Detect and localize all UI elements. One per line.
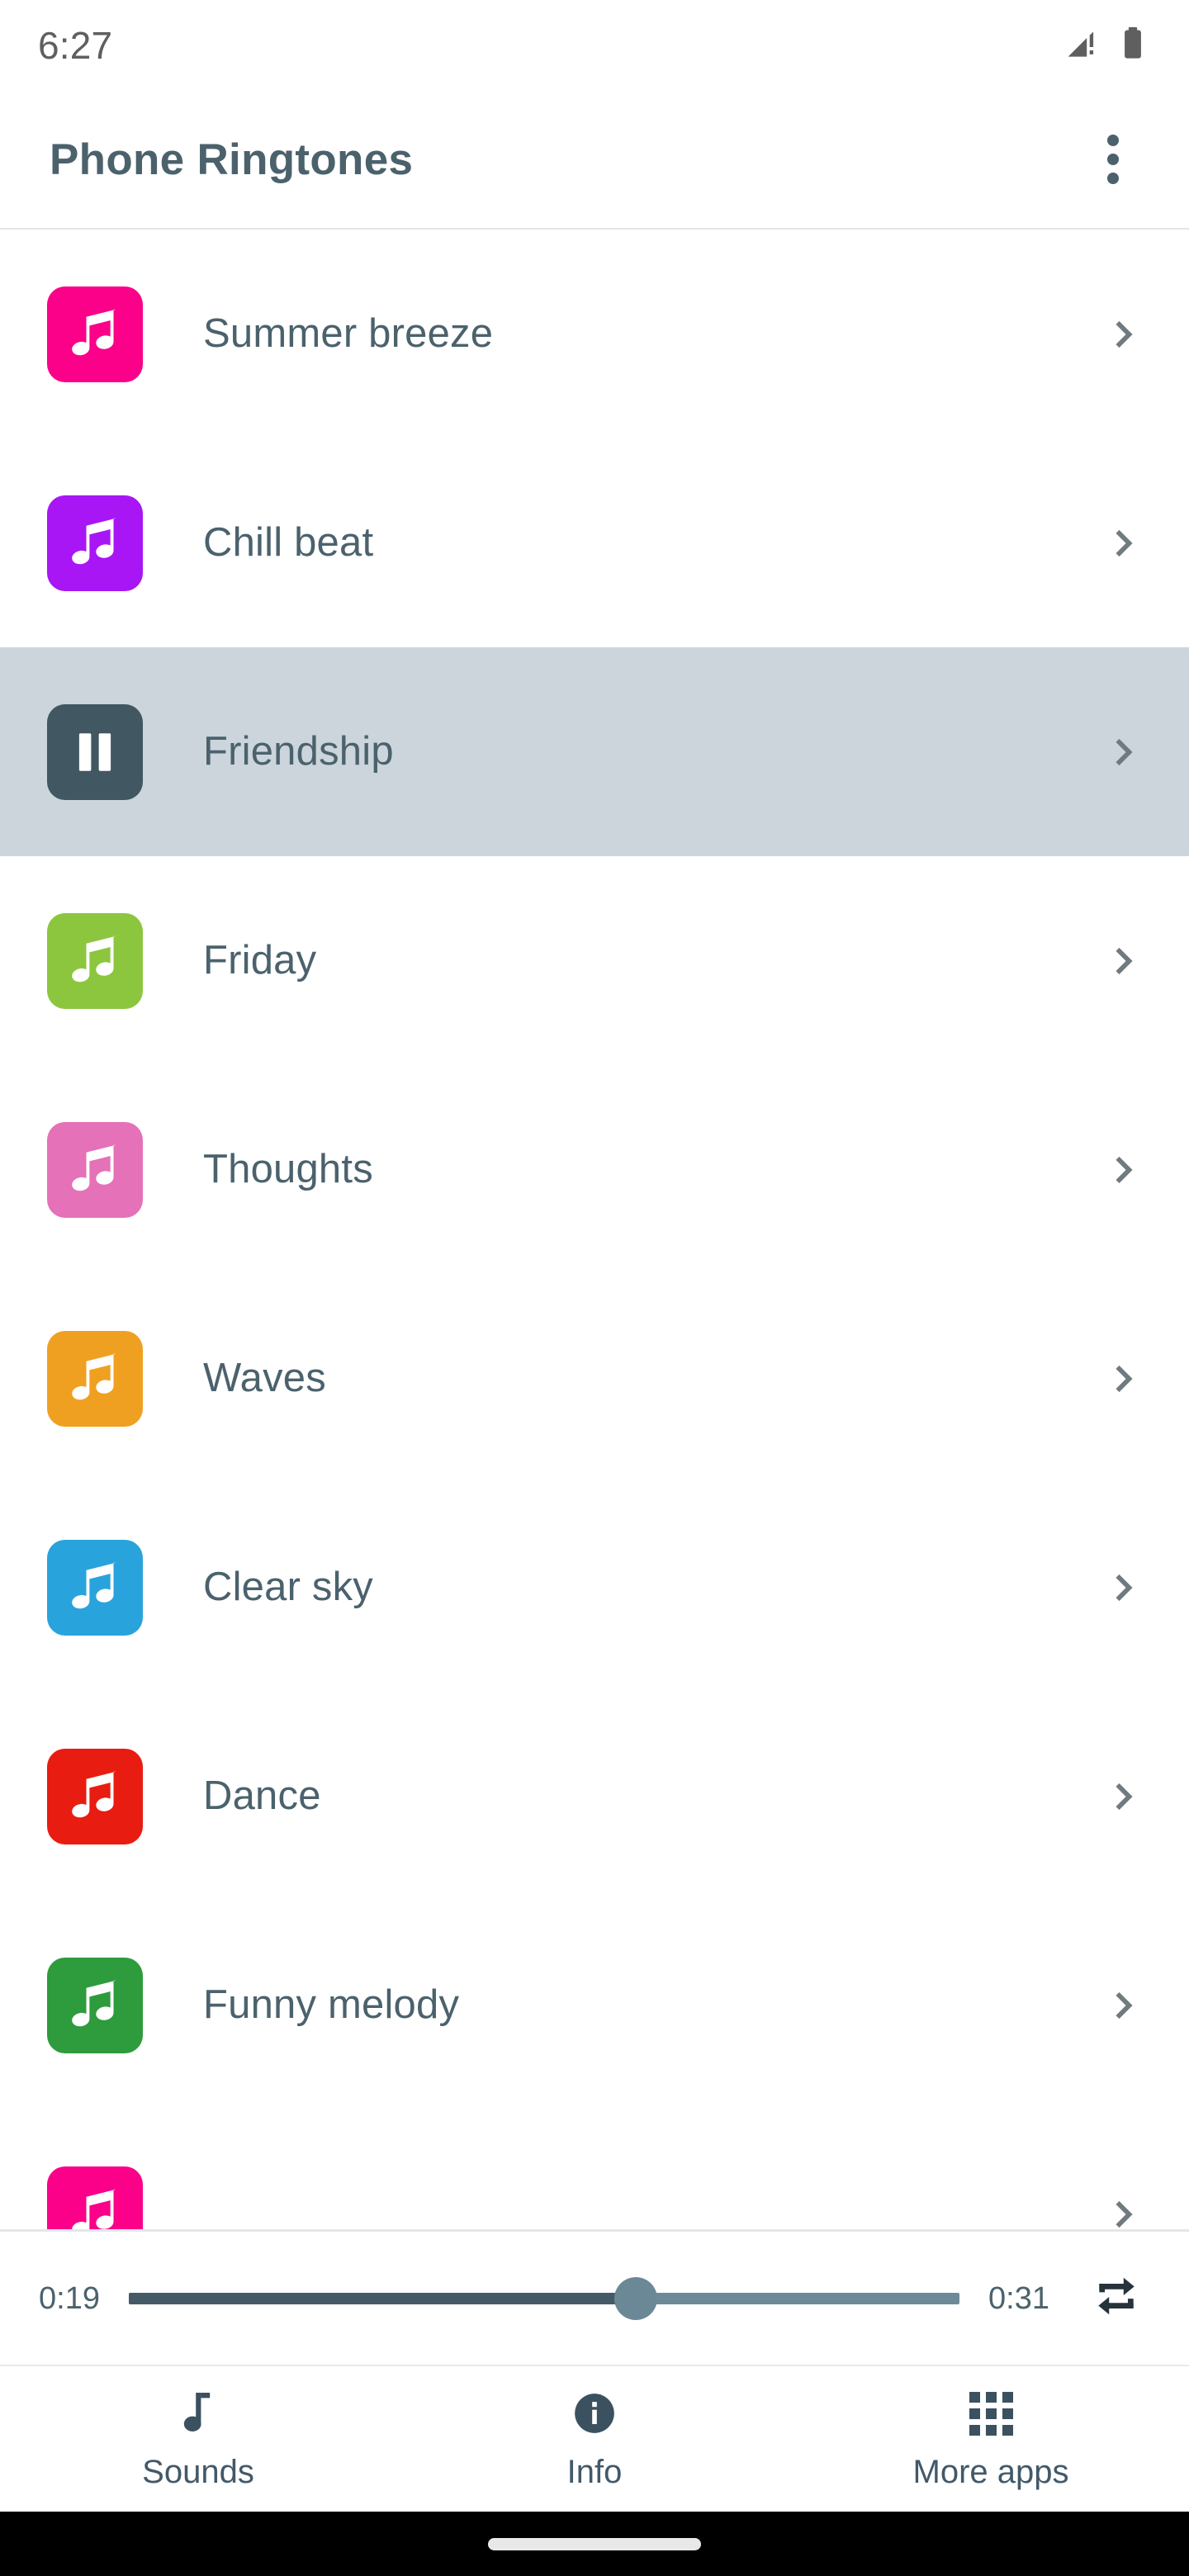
seek-fill bbox=[129, 2292, 636, 2304]
nav-item-info[interactable]: Info bbox=[396, 2366, 793, 2512]
overflow-dot-icon bbox=[1107, 173, 1119, 184]
music-note-icon[interactable] bbox=[47, 1748, 143, 1844]
chevron-right-icon[interactable] bbox=[1100, 1145, 1149, 1195]
ringtone-row-label: Chill beat bbox=[203, 520, 374, 565]
ringtone-row-label: Thoughts bbox=[203, 1147, 373, 1191]
seek-thumb[interactable] bbox=[613, 2276, 657, 2320]
music-note-icon[interactable] bbox=[47, 286, 143, 382]
music-note-icon[interactable] bbox=[47, 1330, 143, 1427]
chevron-right-icon[interactable] bbox=[1100, 1563, 1149, 1612]
elapsed-time-label: 0:19 bbox=[39, 2280, 100, 2316]
nav-item-sounds[interactable]: Sounds bbox=[0, 2366, 396, 2512]
music-note-icon[interactable] bbox=[47, 1539, 143, 1636]
chevron-right-icon[interactable] bbox=[1100, 936, 1149, 986]
page-title: Phone Ringtones bbox=[50, 135, 414, 184]
music-note-icon[interactable] bbox=[47, 495, 143, 591]
player-bar: 0:19 0:31 bbox=[0, 2229, 1189, 2366]
system-gesture-bar bbox=[0, 2512, 1189, 2576]
chevron-right-icon[interactable] bbox=[1100, 727, 1149, 777]
ringtone-row-label: Friday bbox=[203, 938, 317, 983]
nav-label-info: Info bbox=[566, 2454, 623, 2490]
chevron-right-icon[interactable] bbox=[1100, 1772, 1149, 1821]
app-bar: Phone Ringtones bbox=[0, 91, 1189, 230]
nav-label-more-apps: More apps bbox=[912, 2454, 1069, 2490]
info-circle-icon bbox=[573, 2389, 616, 2437]
pause-icon[interactable] bbox=[47, 703, 143, 800]
ringtone-row-label: Clear sky bbox=[203, 1565, 374, 1609]
chevron-right-icon[interactable] bbox=[1100, 1981, 1149, 2030]
ringtone-row[interactable]: Chill beat bbox=[0, 438, 1189, 647]
repeat-button[interactable] bbox=[1077, 2259, 1156, 2338]
ringtone-row[interactable]: Funny melody bbox=[0, 1901, 1189, 2110]
duration-label: 0:31 bbox=[988, 2280, 1049, 2316]
ringtone-row[interactable]: Friday bbox=[0, 856, 1189, 1065]
overflow-dot-icon bbox=[1107, 135, 1119, 146]
seek-slider[interactable] bbox=[129, 2274, 959, 2323]
ringtone-row[interactable]: Dance bbox=[0, 1692, 1189, 1901]
signal-warning-icon bbox=[1065, 26, 1101, 66]
bottom-navigation[interactable]: Sounds Info More apps bbox=[0, 2366, 1189, 2512]
nav-item-more-apps[interactable]: More apps bbox=[793, 2366, 1189, 2512]
chevron-right-icon[interactable] bbox=[1100, 310, 1149, 359]
overflow-dot-icon bbox=[1107, 154, 1119, 165]
repeat-icon bbox=[1091, 2271, 1142, 2326]
status-bar: 6:27 bbox=[0, 0, 1189, 91]
ringtone-row-label: Summer breeze bbox=[203, 311, 494, 356]
chevron-right-icon[interactable] bbox=[1100, 2190, 1149, 2230]
ringtone-row[interactable]: Thoughts bbox=[0, 1065, 1189, 1274]
music-note-icon[interactable] bbox=[47, 1121, 143, 1218]
ringtone-row-label: Waves bbox=[203, 1356, 326, 1400]
music-note-single-icon bbox=[178, 2389, 219, 2437]
status-bar-icons bbox=[1065, 26, 1149, 66]
ringtone-row-label: Friendship bbox=[203, 729, 394, 774]
chevron-right-icon[interactable] bbox=[1100, 1354, 1149, 1404]
home-gesture-pill[interactable] bbox=[488, 2537, 701, 2550]
app-root: 6:27 Phone Ringtones Summer breeze Chill… bbox=[0, 0, 1189, 2576]
ringtone-row[interactable]: Clear sky bbox=[0, 1483, 1189, 1692]
ringtone-row-label: Dance bbox=[203, 1773, 321, 1818]
apps-grid-icon bbox=[969, 2389, 1013, 2437]
ringtone-row[interactable]: Waves bbox=[0, 1274, 1189, 1483]
music-note-icon[interactable] bbox=[47, 2166, 143, 2229]
status-bar-clock: 6:27 bbox=[38, 24, 113, 67]
ringtone-row[interactable] bbox=[0, 2110, 1189, 2229]
ringtone-list[interactable]: Summer breeze Chill beat Friendship Friday T… bbox=[0, 230, 1189, 2229]
ringtone-row[interactable]: Summer breeze bbox=[0, 230, 1189, 438]
overflow-menu-button[interactable] bbox=[1073, 120, 1153, 199]
nav-label-sounds: Sounds bbox=[142, 2454, 254, 2490]
ringtone-row[interactable]: Friendship bbox=[0, 647, 1189, 856]
battery-icon bbox=[1116, 26, 1149, 66]
ringtone-row-label: Funny melody bbox=[203, 1982, 460, 2027]
music-note-icon[interactable] bbox=[47, 912, 143, 1009]
chevron-right-icon[interactable] bbox=[1100, 519, 1149, 568]
music-note-icon[interactable] bbox=[47, 1957, 143, 2053]
